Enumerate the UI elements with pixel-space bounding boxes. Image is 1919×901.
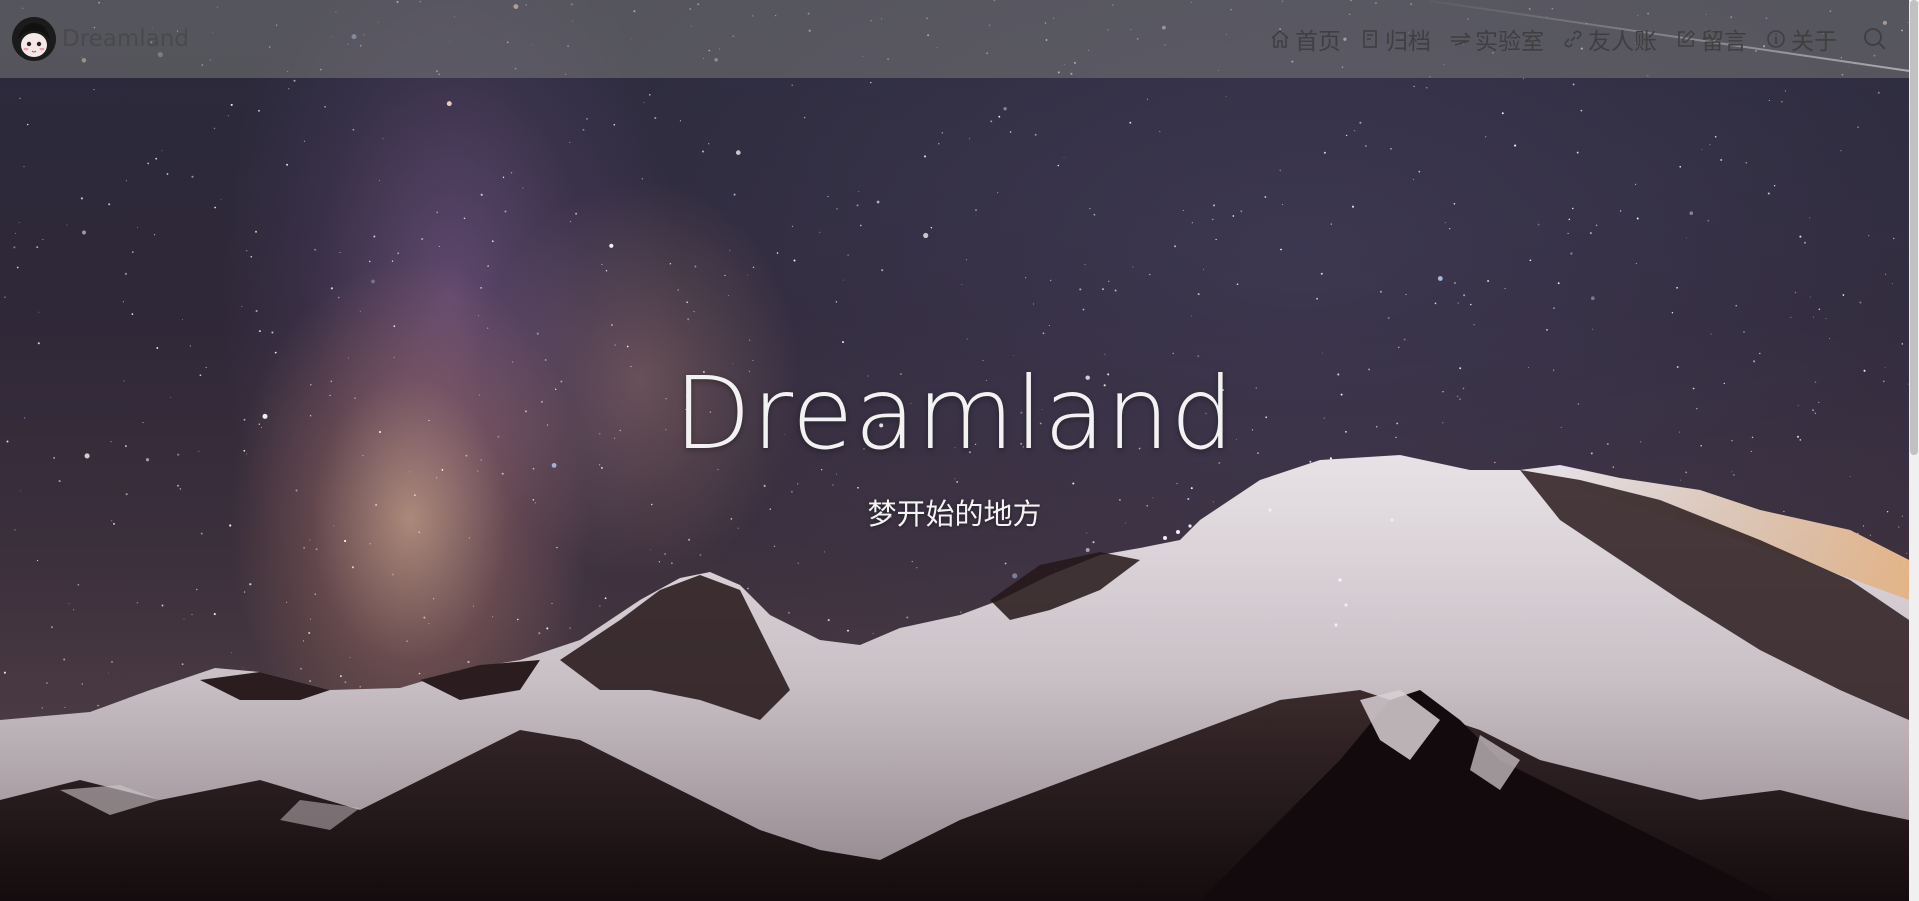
link-icon: [1562, 28, 1584, 50]
nav-item-lab[interactable]: 实验室: [1449, 22, 1544, 56]
nav-item-home[interactable]: 首页: [1269, 22, 1341, 56]
home-icon: [1269, 28, 1291, 50]
nav-item-archive[interactable]: 归档: [1359, 22, 1431, 56]
hero-subtitle: 梦开始的地方: [867, 497, 1042, 531]
archive-icon: [1359, 28, 1381, 50]
nav-item-label: 实验室: [1475, 29, 1544, 55]
nav-item-label: 关于: [1791, 29, 1837, 55]
nav-item-label: 首页: [1295, 29, 1341, 55]
hero-title: Dreamland: [673, 355, 1236, 472]
top-navbar: Dreamland 首页 归档 实验室 友人账 留言 关于: [0, 0, 1909, 78]
nav-item-about[interactable]: 关于: [1765, 22, 1837, 56]
page: Dreamland 首页 归档 实验室 友人账 留言 关于 Dreamland …: [0, 0, 1919, 901]
nav-item-label: 友人账: [1588, 29, 1657, 55]
nav-item-label: 留言: [1701, 29, 1747, 55]
lab-icon: [1449, 28, 1471, 50]
nav-item-friends[interactable]: 友人账: [1562, 22, 1657, 56]
anime-girl-avatar-icon[interactable]: [12, 17, 56, 61]
edit-icon: [1675, 28, 1697, 50]
main-nav: 首页 归档 实验室 友人账 留言 关于: [1251, 0, 1889, 78]
nav-item-guestbook[interactable]: 留言: [1675, 22, 1747, 56]
page-scrollbar[interactable]: [1909, 0, 1919, 901]
search-icon[interactable]: [1861, 25, 1889, 53]
info-icon: [1765, 28, 1787, 50]
nav-item-label: 归档: [1385, 29, 1431, 55]
scrollbar-thumb[interactable]: [1910, 0, 1918, 455]
brand-link[interactable]: Dreamland: [12, 17, 189, 61]
brand-name[interactable]: Dreamland: [62, 26, 189, 52]
